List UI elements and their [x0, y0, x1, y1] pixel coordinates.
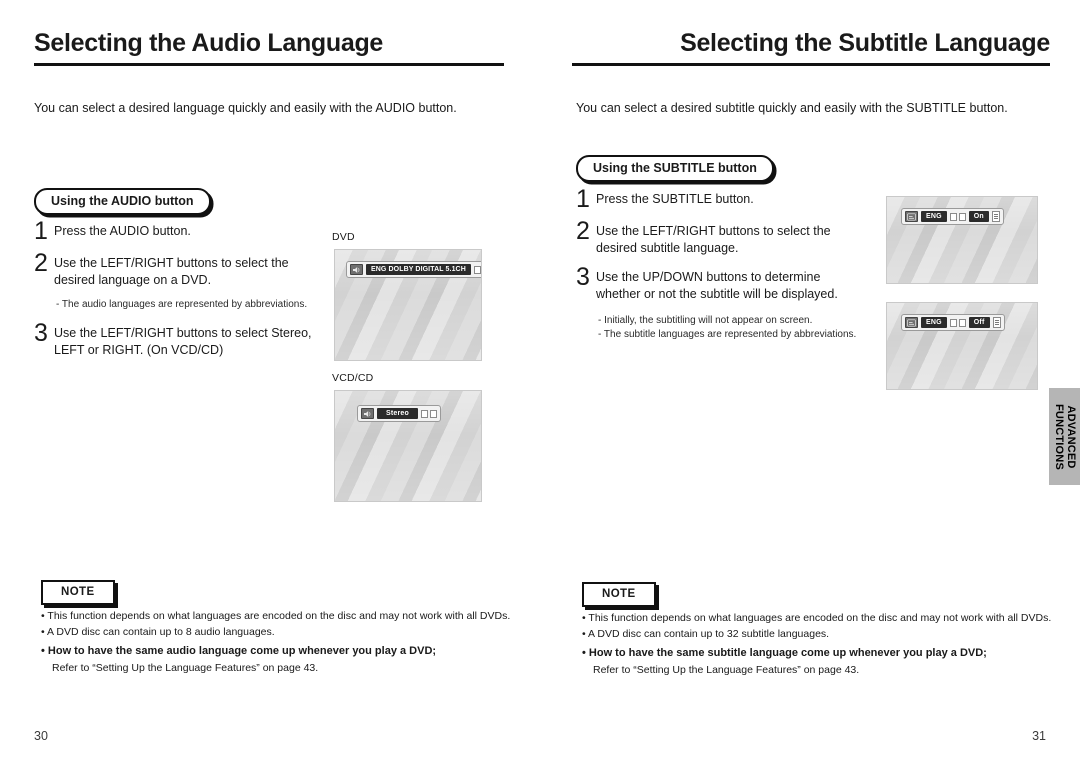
page-title: Selecting the Subtitle Language — [680, 29, 1050, 57]
step-note-line: - Initially, the subtitling will not app… — [598, 315, 813, 326]
osd-square-icon — [421, 409, 428, 418]
right-page: Selecting the Subtitle Language You can … — [540, 0, 1080, 765]
step-note-line: - The subtitle languages are represented… — [598, 329, 857, 340]
step-line: Use the LEFT/RIGHT buttons to select the — [596, 224, 831, 238]
note-item-bold: • How to have the same subtitle language… — [582, 647, 987, 659]
side-tab-line2: FUNCTIONS — [1052, 403, 1065, 470]
step-number: 2 — [576, 217, 590, 245]
screen-label-dvd: DVD — [332, 231, 355, 243]
title-underline — [572, 63, 1050, 66]
osd-subtitle-state-chip: Off — [968, 317, 990, 328]
note-heading-right: NOTE — [582, 582, 656, 607]
note-item: • This function depends on what language… — [41, 610, 511, 622]
osd-square-icon — [949, 318, 957, 327]
page-number-right: 31 — [1032, 729, 1046, 743]
step-text: Use the LEFT/RIGHT buttons to select Ste… — [54, 322, 312, 358]
note-item: • A DVD disc can contain up to 8 audio l… — [41, 626, 275, 638]
step-number: 1 — [576, 185, 590, 213]
step-line: Use the UP/DOWN buttons to determine — [596, 270, 821, 284]
audio-speaker-icon — [350, 264, 363, 275]
step-number: 3 — [576, 263, 590, 291]
step-line: desired language on a DVD. — [54, 272, 212, 287]
osd-bar-subtitle-off: ENG Off — [901, 314, 1005, 331]
screen-label-vcdcd: VCD/CD — [332, 372, 374, 384]
side-tab-advanced-functions: ADVANCED FUNCTIONS — [1049, 388, 1080, 485]
right-page-title-block: Selecting the Subtitle Language — [572, 28, 1050, 66]
osd-square-icon — [430, 409, 437, 418]
subtitle-icon — [905, 211, 918, 222]
note-heading-left: NOTE — [41, 580, 115, 605]
step-text: Press the AUDIO button. — [54, 220, 191, 240]
osd-bar-subtitle-on: ENG On — [901, 208, 1004, 225]
step-number: 3 — [34, 319, 48, 347]
osd-bar-audio-vcdcd: Stereo — [357, 405, 441, 422]
step-line: Press the AUDIO button. — [54, 224, 191, 238]
osd-indicator-group — [949, 318, 966, 327]
step-line: whether or not the subtitle will be disp… — [596, 286, 838, 301]
step-text: Use the LEFT/RIGHT buttons to select the… — [596, 220, 831, 256]
step-line: Press the SUBTITLE button. — [596, 192, 754, 206]
step-line: Use the LEFT/RIGHT buttons to select the — [54, 256, 289, 270]
side-tab-label: ADVANCED FUNCTIONS — [1053, 404, 1077, 470]
osd-updown-icon — [991, 211, 1000, 222]
osd-square-icon — [473, 265, 481, 274]
osd-subtitle-state-chip: On — [968, 211, 989, 222]
osd-square-icon — [949, 212, 957, 221]
osd-subtitle-lang-chip: ENG — [921, 211, 947, 222]
note-list-left: • This function depends on what language… — [41, 608, 510, 676]
osd-indicator-group — [949, 212, 966, 221]
note-list-right: • This function depends on what language… — [582, 610, 1051, 678]
section-pill-audio: Using the AUDIO button — [34, 188, 211, 215]
section-pill-subtitle: Using the SUBTITLE button — [576, 155, 774, 182]
preview-screen-dvd: ENG DOLBY DIGITAL 5.1CH — [334, 249, 482, 361]
list-item: 3 Use the LEFT/RIGHT buttons to select S… — [34, 319, 324, 358]
steps-list-subtitle: 1 Press the SUBTITLE button. 2 Use the L… — [576, 185, 876, 352]
title-underline — [34, 63, 504, 66]
step-number: 1 — [34, 217, 48, 245]
list-item: 1 Press the SUBTITLE button. — [576, 185, 876, 213]
osd-square-icon — [958, 212, 966, 221]
step-notes-subtitle: - Initially, the subtitling will not app… — [598, 314, 876, 342]
osd-square-icon — [958, 318, 966, 327]
note-item-sub: Refer to “Setting Up the Language Featur… — [593, 664, 860, 676]
step-line: Use the LEFT/RIGHT buttons to select Ste… — [54, 326, 312, 340]
step-number: 2 — [34, 249, 48, 277]
step-text: Press the SUBTITLE button. — [596, 188, 754, 208]
side-tab-line1: ADVANCED — [1064, 404, 1077, 469]
page-title: Selecting the Audio Language — [34, 29, 384, 57]
list-item: 1 Press the AUDIO button. — [34, 217, 324, 245]
osd-subtitle-lang-chip: ENG — [921, 317, 947, 328]
intro-text: You can select a desired subtitle quickl… — [576, 101, 1008, 115]
osd-indicator-group — [473, 265, 481, 274]
note-item: • A DVD disc can contain up to 32 subtit… — [582, 628, 830, 640]
audio-speaker-icon — [361, 408, 374, 419]
note-item: • This function depends on what language… — [582, 612, 1052, 624]
list-item: 3 Use the UP/DOWN buttons to determine w… — [576, 263, 876, 302]
step-note-audio: - The audio languages are represented by… — [56, 299, 308, 310]
osd-bar-audio-dvd: ENG DOLBY DIGITAL 5.1CH — [346, 261, 481, 278]
preview-screen-subtitle-on: ENG On — [886, 196, 1038, 284]
step-text: Use the UP/DOWN buttons to determine whe… — [596, 266, 838, 302]
osd-audio-mode-chip: Stereo — [377, 408, 418, 419]
page-number-left: 30 — [34, 729, 48, 743]
steps-list-audio: 1 Press the AUDIO button. 2 Use the LEFT… — [34, 217, 324, 368]
note-item-sub: Refer to “Setting Up the Language Featur… — [52, 662, 319, 674]
step-text: Use the LEFT/RIGHT buttons to select the… — [54, 252, 289, 288]
osd-audio-format-chip: ENG DOLBY DIGITAL 5.1CH — [366, 264, 471, 275]
step-line: desired subtitle language. — [596, 240, 739, 255]
intro-text: You can select a desired language quickl… — [34, 101, 457, 115]
manual-page-spread: Selecting the Audio Language You can sel… — [0, 0, 1080, 765]
step-line: LEFT or RIGHT. (On VCD/CD) — [54, 342, 224, 357]
osd-updown-icon — [992, 317, 1001, 328]
preview-screen-subtitle-off: ENG Off — [886, 302, 1038, 390]
left-page: Selecting the Audio Language You can sel… — [0, 0, 540, 765]
subtitle-icon — [905, 317, 918, 328]
list-item: 2 Use the LEFT/RIGHT buttons to select t… — [576, 217, 876, 256]
note-item-bold: • How to have the same audio language co… — [41, 645, 437, 657]
osd-indicator-group — [421, 409, 437, 418]
left-page-title-block: Selecting the Audio Language — [34, 28, 504, 66]
list-item: 2 Use the LEFT/RIGHT buttons to select t… — [34, 249, 324, 288]
preview-screen-vcdcd: Stereo — [334, 390, 482, 502]
